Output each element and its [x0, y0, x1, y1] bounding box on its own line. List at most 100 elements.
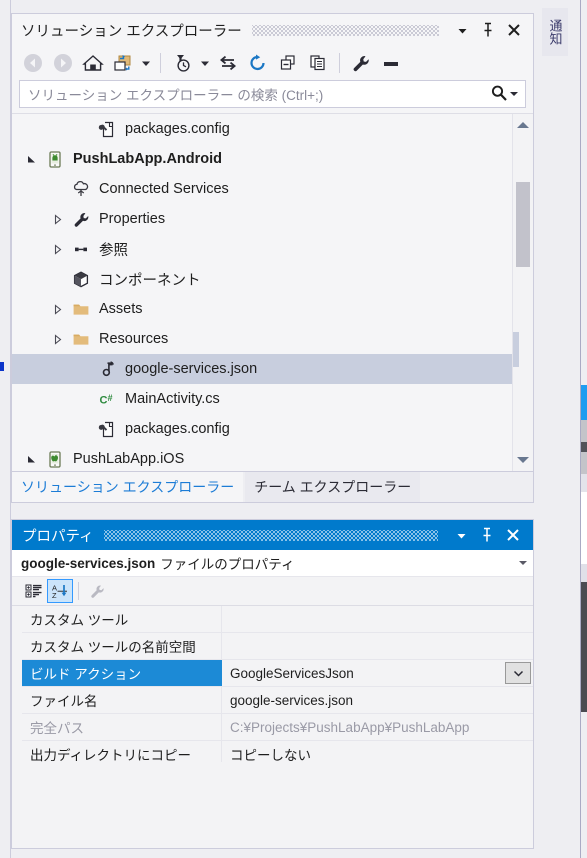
references-icon [68, 237, 94, 261]
show-all-files-icon[interactable] [303, 49, 333, 77]
tree-item-properties[interactable]: Properties [12, 204, 512, 234]
properties-title: プロパティ [22, 528, 94, 545]
forward-arrow-icon[interactable] [48, 49, 78, 77]
tree-item-packages-config[interactable]: packages.config [12, 114, 512, 144]
tree-item-google-services-json[interactable]: google-services.json [12, 354, 512, 384]
clock-filter-icon[interactable] [167, 49, 197, 77]
search-magnifier-icon[interactable] [490, 84, 508, 105]
notifications-vertical-tab[interactable]: 通知 [542, 8, 568, 56]
config-file-icon [94, 417, 120, 441]
property-row[interactable]: ビルド アクション GoogleServicesJson [22, 660, 533, 687]
tree-item-connected-services[interactable]: Connected Services [12, 174, 512, 204]
tree-item-label: google-services.json [125, 361, 258, 377]
window-menu-dropdown-icon[interactable] [449, 17, 475, 43]
property-value[interactable] [222, 633, 533, 659]
properties-drag-grip[interactable] [103, 529, 438, 541]
solution-tree[interactable]: packages.config PushLabApp.Android Connect… [12, 114, 512, 471]
expander-collapsed-icon[interactable] [46, 234, 68, 264]
connected-services-icon [68, 177, 94, 201]
component-cube-icon [68, 267, 94, 291]
property-name: カスタム ツールの名前空間 [22, 633, 222, 659]
scroll-up-arrow-icon[interactable] [513, 116, 533, 134]
pending-changes-dropdown-chevron-down-icon[interactable] [197, 49, 213, 77]
home-icon[interactable] [78, 49, 108, 77]
edge-seg-2 [581, 385, 587, 420]
solution-explorer-title: ソリューション エクスプローラー [21, 23, 242, 40]
wrench-icon[interactable] [346, 49, 376, 77]
properties-pin-icon[interactable] [474, 522, 500, 548]
dock-tab-strip: ソリューション エクスプローラー チーム エクスプローラー [12, 471, 533, 502]
solution-explorer-panel: ソリューション エクスプローラー ソリューション エクスプローラー の検索 (C… [11, 13, 534, 503]
folder-icon [68, 327, 94, 351]
sync-arrows-icon[interactable] [213, 49, 243, 77]
tree-item-label: PushLabApp.iOS [73, 451, 185, 467]
search-input[interactable]: ソリューション エクスプローラー の検索 (Ctrl+;) [19, 80, 526, 108]
property-name: ビルド アクション [22, 660, 222, 686]
property-row[interactable]: ファイル名 google-services.json [22, 687, 533, 714]
properties-object-selector[interactable]: google-services.json ファイルのプロパティ [12, 550, 533, 577]
expander-collapsed-icon[interactable] [46, 294, 68, 324]
property-row[interactable]: カスタム ツールの名前空間 [22, 633, 533, 660]
tree-item-mainactivity-cs[interactable]: C # MainActivity.cs [12, 384, 512, 414]
expander-collapsed-icon[interactable] [46, 204, 68, 234]
property-value[interactable] [222, 606, 533, 632]
expander-expanded-icon[interactable] [20, 444, 42, 471]
properties-grid-area: カスタム ツール カスタム ツールの名前空間 ビルド アクション GoogleServ… [12, 606, 533, 848]
back-arrow-icon[interactable] [18, 49, 48, 77]
solution-explorer-titlebar[interactable]: ソリューション エクスプローラー [12, 14, 533, 46]
scroll-down-arrow-icon[interactable] [513, 451, 533, 469]
tree-item-resources[interactable]: Resources [12, 324, 512, 354]
adjacent-window-edge [580, 0, 587, 858]
properties-window-menu-dropdown-icon[interactable] [448, 522, 474, 548]
edge-seg-7 [581, 492, 587, 564]
tree-item-assets[interactable]: Assets [12, 294, 512, 324]
search-dropdown-chevron-down-icon[interactable] [510, 92, 518, 96]
left-dock-gutter [0, 0, 11, 858]
preview-icon[interactable] [376, 49, 406, 77]
properties-panel: プロパティ google-services.json ファイルのプロパティ A … [11, 519, 534, 849]
svg-text:Z: Z [52, 591, 57, 599]
close-icon[interactable] [501, 17, 527, 43]
property-row[interactable]: 完全パス C:¥Projects¥PushLabApp¥PushLabApp [22, 714, 533, 741]
property-row[interactable]: カスタム ツール [22, 606, 533, 633]
properties-close-icon[interactable] [500, 522, 526, 548]
solution-view-dropdown-chevron-down-icon[interactable] [138, 49, 154, 77]
tree-item-packages-config[interactable]: packages.config [12, 414, 512, 444]
properties-object-chevron-down-icon[interactable] [519, 561, 527, 565]
properties-pages-wrench-icon[interactable] [84, 579, 110, 603]
tree-item-label: Properties [99, 211, 166, 227]
edge-seg-3 [581, 420, 587, 442]
properties-titlebar[interactable]: プロパティ [12, 520, 533, 550]
refresh-icon[interactable] [243, 49, 273, 77]
edge-seg-4 [581, 442, 587, 452]
property-value[interactable]: GoogleServicesJson [222, 660, 505, 686]
collapse-all-icon[interactable] [273, 49, 303, 77]
properties-toolbar-separator [78, 582, 79, 600]
tree-expander-placeholder [46, 174, 68, 204]
tab-solution-explorer[interactable]: ソリューション エクスプローラー [12, 472, 244, 502]
properties-grid[interactable]: カスタム ツール カスタム ツールの名前空間 ビルド アクション GoogleServ… [12, 606, 533, 848]
tree-item-pushlabapp-ios[interactable]: PushLabApp.iOS [12, 444, 512, 471]
solution-switch-icon[interactable] [108, 49, 138, 77]
folder-icon [68, 297, 94, 321]
property-name: カスタム ツール [22, 606, 222, 632]
tree-expander-placeholder [72, 414, 94, 444]
svg-text:C: C [100, 394, 108, 406]
pin-icon[interactable] [475, 17, 501, 43]
property-value-chevron-down-icon[interactable] [505, 662, 531, 684]
tree-item-label: MainActivity.cs [125, 391, 220, 407]
scrollbar-thumb[interactable] [516, 182, 530, 267]
categorized-icon[interactable] [21, 579, 47, 603]
tree-item-pushlabapp-android[interactable]: PushLabApp.Android [12, 144, 512, 174]
property-value[interactable]: C:¥Projects¥PushLabApp¥PushLabApp [222, 714, 533, 740]
tab-team-explorer[interactable]: チーム エクスプローラー [245, 472, 421, 502]
toolbar-separator-2 [339, 53, 340, 73]
expander-expanded-icon[interactable] [20, 144, 42, 174]
property-value[interactable]: google-services.json [222, 687, 533, 713]
alphabetical-sort-icon[interactable]: A Z [47, 579, 73, 603]
tree-vertical-scrollbar[interactable] [512, 114, 533, 471]
titlebar-drag-grip[interactable] [251, 24, 439, 36]
tree-item-[interactable]: 参照 [12, 234, 512, 264]
tree-item-[interactable]: コンポーネント [12, 264, 512, 294]
expander-collapsed-icon[interactable] [46, 324, 68, 354]
